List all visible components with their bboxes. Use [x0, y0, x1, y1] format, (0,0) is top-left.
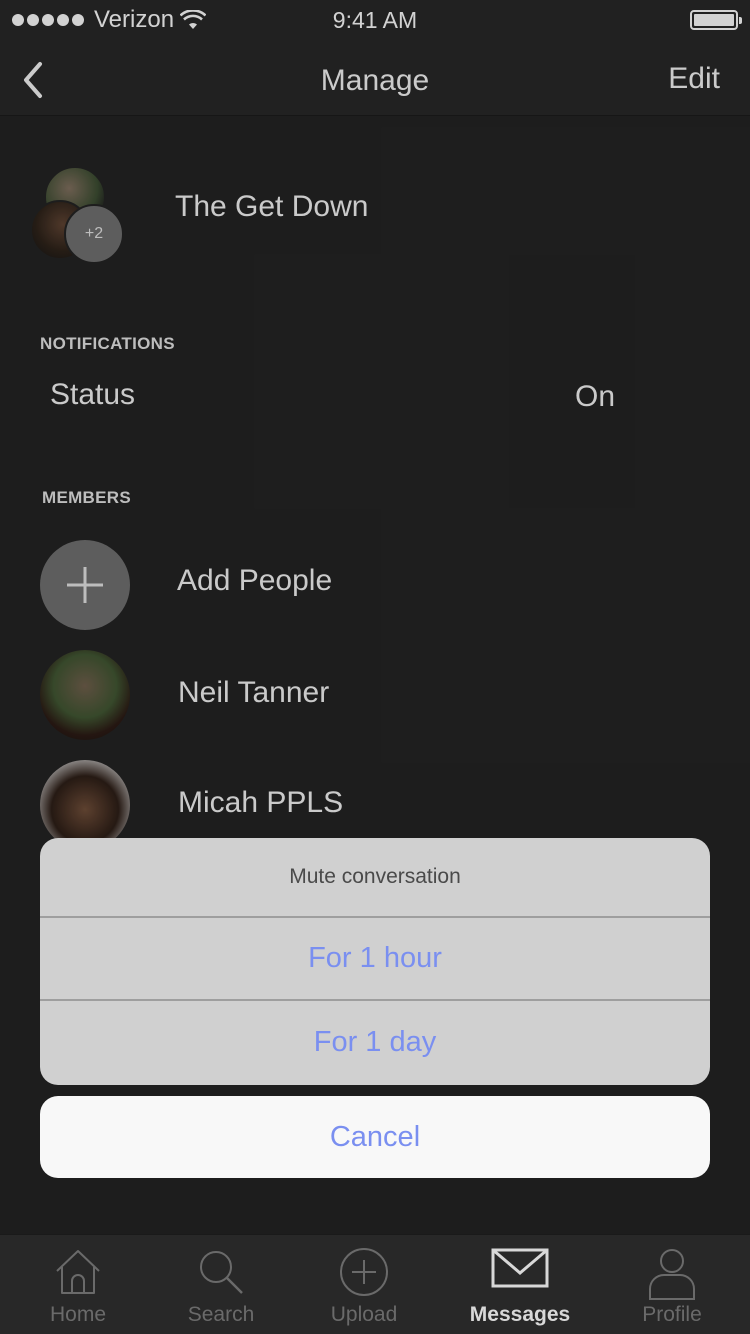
tab-label: Search — [187, 1303, 255, 1326]
envelope-icon — [491, 1248, 549, 1288]
upload-icon — [340, 1248, 388, 1296]
mute-action-sheet: Mute conversation For 1 hour For 1 day — [40, 838, 710, 1085]
home-icon — [56, 1250, 100, 1294]
tab-upload[interactable]: Upload — [289, 1235, 439, 1334]
mute-1-hour-button[interactable]: For 1 hour — [40, 918, 710, 1001]
tab-messages[interactable]: Messages — [445, 1235, 595, 1334]
tab-label: Home — [49, 1303, 107, 1326]
tab-home[interactable]: Home — [3, 1235, 153, 1334]
tab-label: Profile — [642, 1303, 702, 1326]
tab-label: Messages — [469, 1303, 571, 1326]
search-icon — [200, 1251, 243, 1294]
tab-search[interactable]: Search — [146, 1235, 296, 1334]
mute-1-day-button[interactable]: For 1 day — [40, 1001, 710, 1084]
cancel-button[interactable]: Cancel — [40, 1096, 710, 1178]
tab-profile[interactable]: Profile — [597, 1235, 747, 1334]
action-sheet-title: Mute conversation — [40, 838, 710, 918]
tab-label: Upload — [330, 1303, 398, 1326]
tab-bar: Home Search Upload Messages Profile — [0, 1234, 750, 1334]
profile-icon — [649, 1249, 695, 1300]
